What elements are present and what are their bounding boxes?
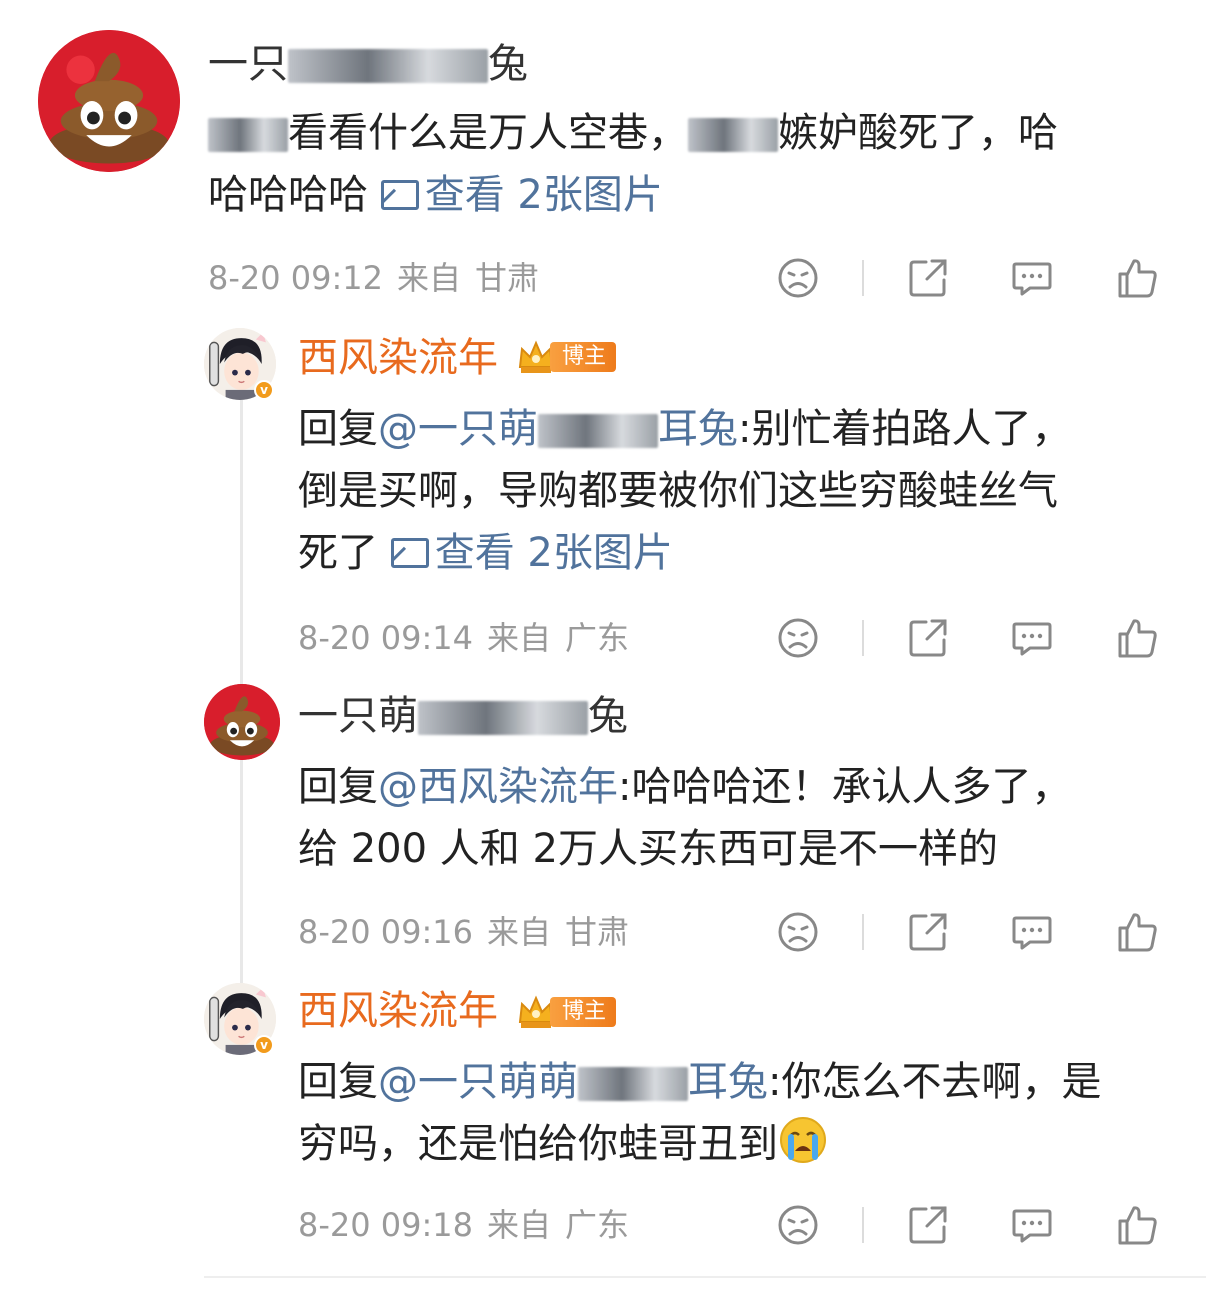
comment-author-name[interactable]: 一只兔 (208, 40, 528, 88)
blogger-badge: 博主 (516, 340, 617, 374)
comment-actions (0, 1203, 1206, 1247)
share-button[interactable] (906, 910, 950, 954)
dislike-button[interactable] (776, 1203, 820, 1247)
comment-text: 看看什么是万人空巷， 嫉妒酸死了，哈 哈哈哈哈 查看 2张图片 (208, 110, 1058, 218)
blogger-badge: 博主 (516, 995, 617, 1029)
mention-link[interactable]: @一只萌萌 耳兔 (378, 1059, 768, 1105)
reply-button[interactable] (1010, 1203, 1054, 1247)
image-icon (390, 538, 429, 568)
poop-emoji-avatar-icon (38, 30, 180, 172)
comment: 一只兔 看看什么是万人空巷， 嫉妒酸死了，哈 哈哈哈哈 查看 2张图片 8-20 … (0, 0, 1206, 320)
comment-actions (0, 910, 1206, 954)
redacted-blur (538, 414, 658, 448)
avatar[interactable] (38, 30, 180, 172)
share-icon (909, 259, 947, 297)
comment-text: 回复@西风染流年:哈哈哈还！承认人多了， 给 200 人和 2万人买东西可是不一… (298, 764, 1072, 872)
share-icon (909, 619, 947, 657)
like-button[interactable] (1116, 256, 1160, 300)
reply-button[interactable] (1010, 910, 1054, 954)
action-divider (862, 620, 864, 656)
redacted-blur (288, 49, 488, 83)
share-icon (909, 1206, 947, 1244)
redacted-blur (418, 701, 588, 735)
redacted-blur (208, 118, 288, 152)
verified-icon: v (254, 1035, 274, 1055)
comment-reply: v 西风染流年 博主 回复@一只萌 耳兔:别忙着拍路人了， 倒是买啊，导购都要被你… (0, 320, 1206, 680)
like-thumb-icon (1118, 1206, 1157, 1245)
dislike-face-icon (778, 1205, 818, 1245)
avatar[interactable] (204, 684, 280, 760)
like-thumb-icon (1118, 913, 1157, 952)
comment-text: 回复@一只萌 耳兔:别忙着拍路人了， 倒是买啊，导购都要被你们这些穷酸蛙丝气 死了… (298, 406, 1072, 576)
dislike-face-icon (778, 258, 818, 298)
comment-actions (0, 616, 1206, 660)
comment-author-name[interactable]: 西风染流年 (298, 334, 498, 382)
like-thumb-icon (1118, 619, 1157, 658)
redacted-blur (578, 1067, 688, 1101)
mention-link[interactable]: @西风染流年 (378, 764, 618, 810)
reply-button[interactable] (1010, 256, 1054, 300)
comment-reply: 一只萌兔 回复@西风染流年:哈哈哈还！承认人多了， 给 200 人和 2万人买东… (0, 680, 1206, 980)
comment-icon (1012, 262, 1052, 296)
comment-icon (1012, 916, 1052, 950)
dislike-button[interactable] (776, 910, 820, 954)
share-button[interactable] (906, 256, 950, 300)
view-images-link[interactable]: 查看 2张图片 (380, 172, 663, 218)
like-button[interactable] (1116, 1203, 1160, 1247)
action-divider (862, 1207, 864, 1243)
redacted-blur (688, 118, 778, 152)
share-button[interactable] (906, 1203, 950, 1247)
like-thumb-icon (1118, 259, 1157, 298)
verified-icon: v (254, 380, 274, 400)
comment-text: 回复@一只萌萌 耳兔:你怎么不去啊，是 穷吗，还是怕给你蛙哥丑到 (298, 1059, 1102, 1167)
comment-author-name[interactable]: 西风染流年 (298, 987, 498, 1035)
dislike-button[interactable] (776, 616, 820, 660)
comment-icon (1012, 1209, 1052, 1243)
dislike-face-icon (778, 618, 818, 658)
view-images-link[interactable]: 查看 2张图片 (390, 530, 673, 576)
action-divider (862, 914, 864, 950)
image-icon (380, 180, 419, 210)
comment-reply: v 西风染流年 博主 回复@一只萌萌 耳兔:你怎么不去啊，是 穷吗，还是怕给你蛙哥… (0, 975, 1206, 1275)
comment-icon (1012, 622, 1052, 656)
dislike-face-icon (778, 912, 818, 952)
mention-link[interactable]: @一只萌 耳兔 (378, 406, 738, 452)
action-divider (862, 260, 864, 296)
share-button[interactable] (906, 616, 950, 660)
comment-author-name[interactable]: 一只萌兔 (298, 692, 628, 740)
dislike-button[interactable] (776, 256, 820, 300)
comment-actions (0, 256, 1206, 300)
crying-face-emoji-icon (780, 1117, 826, 1163)
poop-emoji-avatar-icon (204, 684, 280, 760)
like-button[interactable] (1116, 616, 1160, 660)
divider (204, 1276, 1206, 1278)
share-icon (909, 913, 947, 951)
like-button[interactable] (1116, 910, 1160, 954)
reply-button[interactable] (1010, 616, 1054, 660)
